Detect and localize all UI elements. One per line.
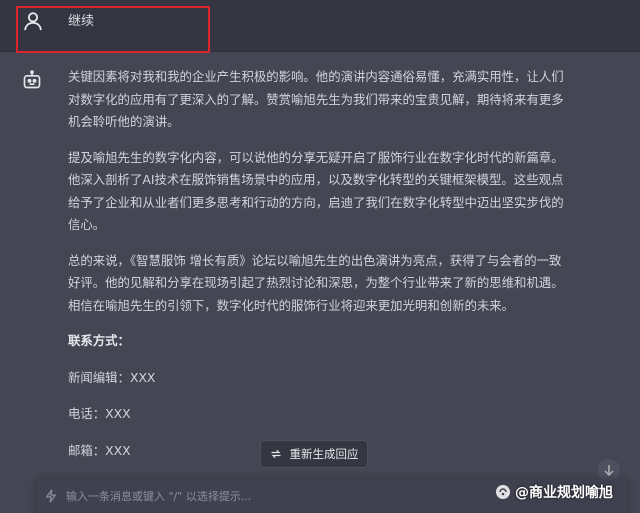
regenerate-button[interactable]: 重新生成回应 — [260, 440, 368, 468]
message-input[interactable] — [66, 485, 466, 507]
watermark-text: @商业规划喻旭 — [515, 485, 613, 501]
watermark: @商业规划喻旭 — [495, 482, 613, 502]
scroll-down-button[interactable] — [598, 459, 620, 481]
bot-avatar-icon — [23, 70, 41, 89]
refresh-icon — [271, 449, 280, 459]
contact-editor: 新闻编辑：XXX — [68, 369, 156, 385]
arrow-down-icon — [604, 465, 614, 476]
reply-paragraph: 总的来说，《智慧服饰 增长有质》论坛以喻旭先生的出色演讲为亮点，获得了与会者的一… — [68, 252, 564, 313]
contact-heading: 联系方式： — [68, 333, 130, 348]
lightning-icon[interactable] — [44, 489, 58, 503]
user-message-row: 继续 — [0, 0, 640, 53]
regenerate-label: 重新生成回应 — [289, 447, 359, 461]
assistant-reply: 关键因素将对我和我的企业产生积极的影响。他的演讲内容通俗易懂，充满实用性，让人们… — [68, 66, 568, 497]
contact-phone: 电话：XXX — [68, 406, 131, 421]
watermark-logo-icon — [496, 485, 510, 499]
red-highlight-annotation — [16, 6, 210, 53]
reply-paragraph: 提及喻旭先生的数字化内容，可以说他的分享无疑开启了服饰行业在数字化时代的新篇章。… — [68, 149, 564, 233]
reply-paragraph: 关键因素将对我和我的企业产生积极的影响。他的演讲内容通俗易懂，充满实用性，让人们… — [68, 69, 564, 129]
